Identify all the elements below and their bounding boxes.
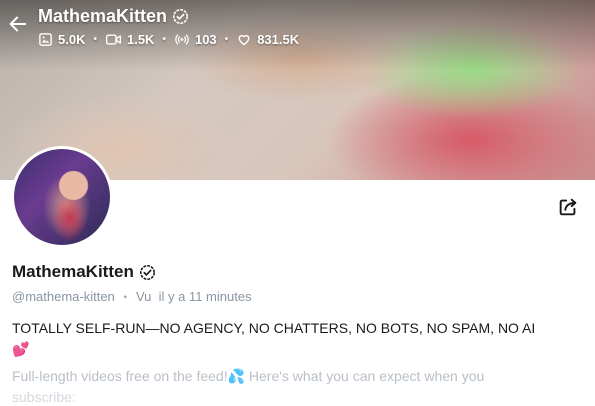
stat-streams-value: 103 — [194, 32, 217, 47]
avatar[interactable] — [11, 146, 113, 248]
stat-videos: 1.5K — [105, 32, 154, 47]
last-seen: Vu il y a 11 minutes — [135, 289, 252, 304]
bio-emoji: 💕 — [12, 341, 30, 357]
video-icon — [105, 34, 122, 45]
bio-line: Full-length videos free on the feed!💦 He… — [12, 368, 485, 384]
stat-separator: • — [93, 34, 97, 45]
profile-stats: 5.0K • 1.5K • 103 • 831.5K — [38, 32, 299, 47]
stat-videos-value: 1.5K — [126, 32, 155, 47]
back-arrow-icon[interactable] — [7, 13, 29, 35]
bio-line: TOTALLY SELF-RUN—NO AGENCY, NO CHATTERS,… — [12, 320, 536, 336]
verified-badge-icon — [139, 264, 155, 280]
broadcast-icon — [175, 34, 189, 45]
meta-separator: • — [123, 291, 127, 302]
stat-photos: 5.0K — [38, 32, 85, 47]
heart-icon — [238, 35, 250, 46]
image-icon — [39, 33, 52, 46]
stat-likes: 831.5K — [236, 32, 299, 47]
cover-title-text: MathemaKitten — [38, 6, 168, 26]
stat-likes-value: 831.5K — [257, 32, 300, 47]
profile-handle[interactable]: @mathema-kitten — [12, 289, 115, 304]
bio-line: subscribe: — [12, 389, 76, 405]
profile-meta: @mathema-kitten • Vu il y a 11 minutes — [12, 289, 252, 304]
stat-photos-value: 5.0K — [58, 32, 86, 47]
profile-name-text: MathemaKitten — [12, 262, 134, 281]
verified-badge-icon — [173, 8, 189, 25]
stat-separator: • — [162, 34, 166, 45]
share-icon[interactable] — [557, 196, 579, 218]
cover-title: MathemaKitten — [38, 6, 189, 27]
stat-separator: • — [224, 34, 229, 45]
profile-name: MathemaKitten — [12, 262, 156, 282]
stat-streams: 103 — [174, 32, 217, 47]
